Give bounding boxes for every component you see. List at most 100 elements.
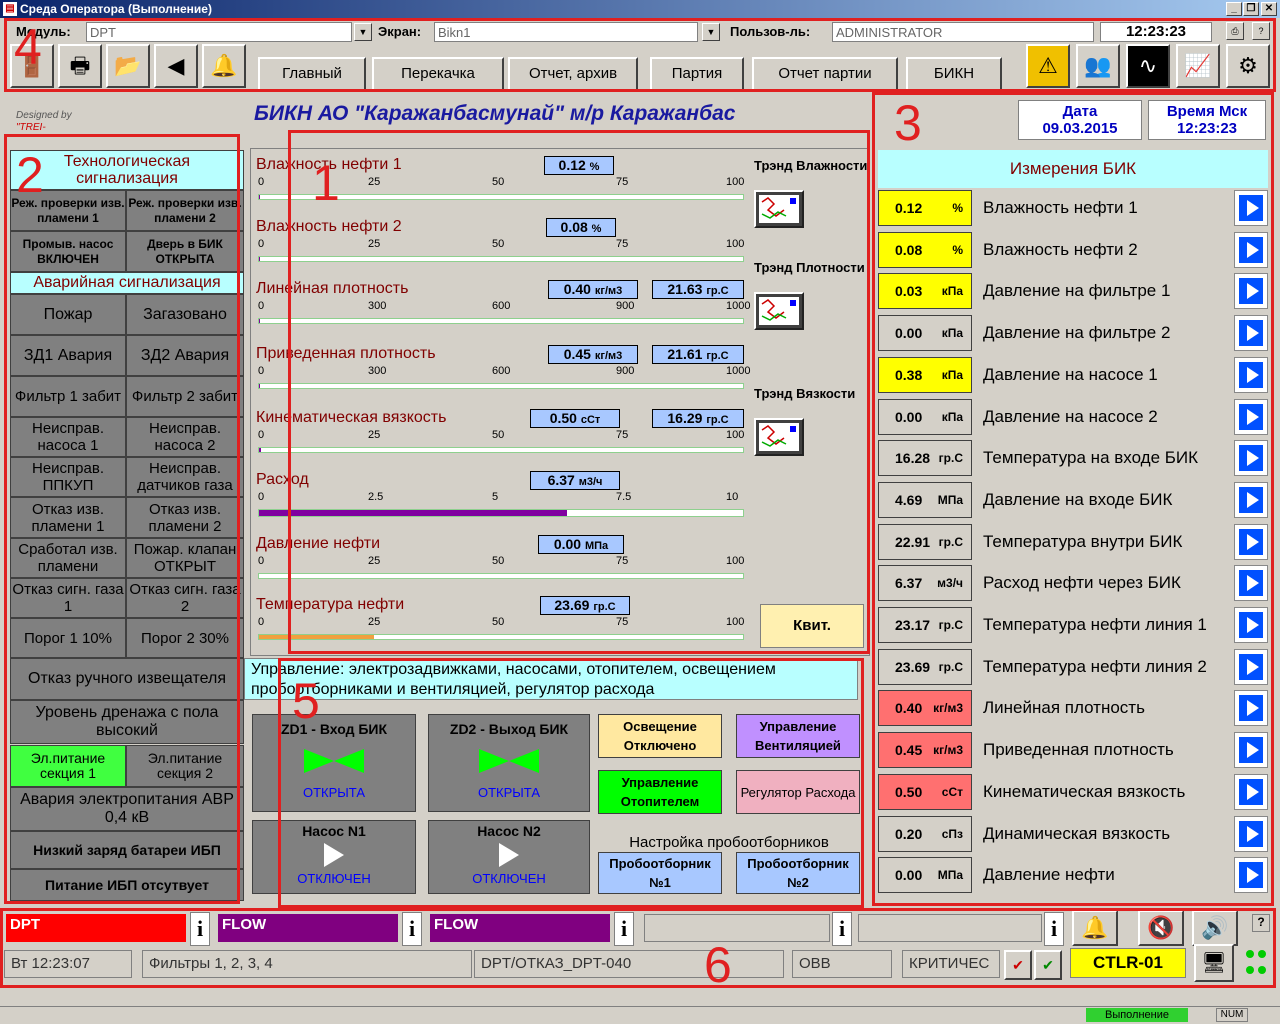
screen-dropdown-button[interactable]: ▼: [702, 23, 720, 41]
event-slot-2[interactable]: FLOW: [218, 914, 398, 942]
warning-icon[interactable]: ⚠: [1026, 44, 1070, 88]
pump-1[interactable]: Насос N1 ОТКЛЮЧЕН: [252, 820, 416, 894]
acknowledge-button[interactable]: Квит.: [760, 604, 864, 648]
measurement-value-2: 0.08%: [878, 232, 972, 268]
tab-pumping[interactable]: Перекачка: [372, 57, 504, 91]
gauge-value-number: 0.40: [563, 281, 591, 297]
measurement-open-button-5[interactable]: [1234, 357, 1268, 393]
gauge-value-number: 0.00: [553, 536, 582, 552]
measurement-open-button-1[interactable]: [1234, 190, 1268, 226]
measurement-open-button-3[interactable]: [1234, 273, 1268, 309]
valve-zd1[interactable]: ZD1 - Вход БИК ОТКРЫТА: [252, 714, 416, 812]
alarm-ack-icon[interactable]: 🔔: [1072, 910, 1118, 946]
sound-on-icon[interactable]: 🔊: [1192, 910, 1238, 946]
printer-icon[interactable]: 🖶: [58, 44, 102, 88]
event-slot-3[interactable]: FLOW: [430, 914, 610, 942]
tab-batch[interactable]: Партия: [650, 57, 744, 91]
measurement-number: 0.50: [895, 784, 923, 800]
alarm-bell-icon[interactable]: 🔔: [202, 44, 246, 88]
measurement-open-button-11[interactable]: [1234, 607, 1268, 643]
help-small-icon[interactable]: ?: [1252, 914, 1270, 932]
valve-zd2[interactable]: ZD2 - Выход БИК ОТКРЫТА: [428, 714, 590, 812]
gauge-value-unit: %: [589, 161, 600, 173]
measurement-open-button-8[interactable]: [1234, 482, 1268, 518]
info-button-5[interactable]: i: [1044, 912, 1064, 946]
tab-report-archive[interactable]: Отчет, архив: [508, 57, 638, 91]
gauge-tick: 0: [258, 616, 265, 628]
settings-gears-icon[interactable]: ⚙: [1226, 44, 1270, 88]
trend-viscosity-label: Трэнд Вязкости: [754, 386, 856, 401]
computer-icon[interactable]: 🖥: [1194, 944, 1234, 982]
trend-viscosity-icon[interactable]: [754, 418, 804, 456]
info-button-4[interactable]: i: [832, 912, 852, 946]
measurement-open-button-4[interactable]: [1234, 315, 1268, 351]
measurement-open-button-12[interactable]: [1234, 649, 1268, 685]
date-box: Дата 09.03.2015: [1018, 100, 1142, 140]
measurement-open-button-2[interactable]: [1234, 232, 1268, 268]
sampler-2-button[interactable]: Пробоотборник №2: [736, 852, 860, 894]
avr-power-failure: Авария электропитания АВР 0,4 кВ: [10, 787, 244, 831]
valve-zd1-label: ZD1 - Вход БИК: [280, 721, 388, 737]
alarm-2: Загазовано: [126, 294, 244, 335]
gauge-tick: 75: [616, 429, 629, 441]
measurement-open-button-9[interactable]: [1234, 524, 1268, 560]
sampler-1-button[interactable]: Пробоотборник №1: [598, 852, 722, 894]
alarm-6: Фильтр 2 забит: [126, 376, 244, 417]
measurement-open-button-15[interactable]: [1234, 774, 1268, 810]
check-icon[interactable]: ✔: [1004, 950, 1032, 980]
trend-density-icon[interactable]: [754, 292, 804, 330]
measurement-open-button-14[interactable]: [1234, 732, 1268, 768]
pump-2-state: ОТКЛЮЧЕН: [472, 871, 546, 886]
trend-humidity-icon[interactable]: [754, 190, 804, 228]
restore-button[interactable]: ❐: [1243, 2, 1259, 16]
pump-1-icon: [324, 843, 344, 867]
tab-batch-report[interactable]: Отчет партии: [752, 57, 898, 91]
measurement-open-button-13[interactable]: [1234, 690, 1268, 726]
heater-button[interactable]: Управление Отопителем: [598, 770, 722, 814]
sound-off-icon[interactable]: 🔇: [1138, 910, 1184, 946]
check-all-icon[interactable]: ✔: [1034, 950, 1062, 980]
measurement-open-button-16[interactable]: [1234, 816, 1268, 852]
back-arrow-icon[interactable]: ◀: [154, 44, 198, 88]
measurement-open-button-10[interactable]: [1234, 565, 1268, 601]
measurement-unit: кПа: [941, 368, 963, 382]
measurement-name-6: Давление на насосе 2: [980, 399, 1232, 435]
gauge-tick: 100: [726, 616, 745, 628]
minimize-button[interactable]: _: [1226, 2, 1242, 16]
measurement-name-13: Линейная плотность: [980, 690, 1232, 726]
tab-bikn[interactable]: БИКН: [906, 57, 1002, 91]
folder-icon[interactable]: 📂: [106, 44, 150, 88]
user-field[interactable]: ADMINISTRATOR: [832, 22, 1094, 42]
tab-main[interactable]: Главный: [258, 57, 366, 91]
users-icon[interactable]: 👥: [1076, 44, 1120, 88]
annotation-number-5: 5: [292, 673, 320, 729]
ventilation-button[interactable]: Управление Вентиляцией: [736, 714, 860, 758]
measurement-unit: м3/ч: [937, 576, 963, 590]
measurement-open-button-7[interactable]: [1234, 440, 1268, 476]
lighting-button[interactable]: Освещение Отключено: [598, 714, 722, 758]
flow-regulator-button[interactable]: Регулятор Расхода: [736, 770, 860, 814]
module-dropdown-button[interactable]: ▼: [354, 23, 372, 41]
help-icon[interactable]: ?: [1252, 22, 1270, 40]
module-field[interactable]: DPT: [86, 22, 352, 42]
measurement-unit: кг/м3: [933, 743, 963, 757]
pump-2[interactable]: Насос N2 ОТКЛЮЧЕН: [428, 820, 590, 894]
control-header: Управление: электрозадвижками, насосами,…: [244, 658, 858, 700]
trend-chart-icon[interactable]: 📈: [1176, 44, 1220, 88]
tech-signal-header: Технологическая сигнализация: [10, 150, 244, 190]
measurement-open-button-17[interactable]: [1234, 857, 1268, 893]
tech-signal-4: Дверь в БИК ОТКРЫТА: [126, 231, 244, 272]
print-screen-icon[interactable]: ⎙: [1226, 22, 1244, 40]
gauge-label-6: Расход: [256, 471, 309, 488]
gauge-tick: 100: [726, 238, 745, 250]
gauge-temp-3: 21.63 гр.С: [652, 280, 744, 299]
info-button-3[interactable]: i: [614, 912, 634, 946]
waveform-icon[interactable]: ∿: [1126, 44, 1170, 88]
close-button[interactable]: ✕: [1261, 2, 1277, 16]
info-button-2[interactable]: i: [402, 912, 422, 946]
event-slot-1[interactable]: DPT: [6, 914, 186, 942]
alarm-5: Фильтр 1 забит: [10, 376, 126, 417]
screen-field[interactable]: Bikn1: [434, 22, 698, 42]
measurement-open-button-6[interactable]: [1234, 399, 1268, 435]
info-button-1[interactable]: i: [190, 912, 210, 946]
